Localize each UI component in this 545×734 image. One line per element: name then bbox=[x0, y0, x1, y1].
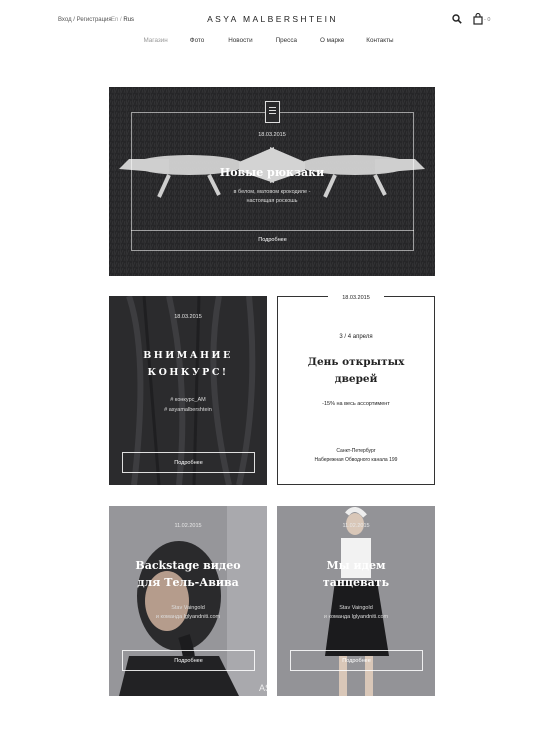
dance-date: 11.02.2015 bbox=[342, 523, 370, 529]
openday-title-2: дверей bbox=[334, 373, 378, 385]
contest-tag-1: # конкурс_AM bbox=[170, 397, 206, 403]
hero-subtitle-1: в белом, матовом крокодиле - bbox=[233, 189, 311, 195]
contest-tag-2: # asyamalbershtein bbox=[164, 407, 212, 413]
cart-icon[interactable] bbox=[472, 13, 484, 25]
nav-shop[interactable]: Магазин bbox=[143, 37, 167, 44]
contest-date: 18.03.2015 bbox=[174, 314, 202, 320]
nav-press[interactable]: Пресса bbox=[276, 37, 297, 44]
cart-count: - 0 bbox=[484, 17, 491, 23]
search-icon[interactable] bbox=[452, 14, 462, 24]
hero-more-button[interactable]: Подробнее bbox=[131, 230, 414, 250]
backstage-title-2: для Тель-Авива bbox=[137, 576, 239, 589]
openday-date: 18.03.2015 bbox=[328, 295, 384, 301]
dance-title-1: Мы идем bbox=[326, 559, 386, 572]
contest-title-1: ВНИМАНИЕ bbox=[143, 350, 233, 361]
backstage-line-1: Stav Vaingold bbox=[171, 605, 205, 611]
nav-photo[interactable]: Фото bbox=[190, 37, 204, 44]
nav-news[interactable]: Новости bbox=[228, 37, 252, 44]
openday-title-1: День открытых bbox=[307, 356, 405, 368]
dance-line-2: и команда lglyandniti.com bbox=[323, 614, 389, 620]
brand-logo[interactable]: ASYA MALBERSHTEIN bbox=[0, 14, 545, 24]
card-open-day[interactable]: 18.03.2015 3 / 4 апреля День открытых дв… bbox=[277, 295, 435, 485]
watermark-text: AS bbox=[259, 683, 267, 693]
backstage-line-2: и команда lglyandniti.com bbox=[155, 614, 221, 620]
hero-date: 18.03.2015 bbox=[258, 132, 286, 138]
card-dance[interactable]: 11.02.2015 Мы идем танцевать Stav Vaingo… bbox=[277, 506, 435, 696]
contest-title-2: КОНКУРС! bbox=[147, 367, 229, 378]
backstage-more-button[interactable]: Подробнее bbox=[122, 650, 255, 671]
openday-city: Санкт-Петербург bbox=[336, 448, 376, 454]
dance-more-button[interactable]: Подробнее bbox=[290, 650, 423, 671]
hero-title: Новые рюкзаки bbox=[219, 166, 325, 179]
openday-days: 3 / 4 апреля bbox=[339, 334, 373, 340]
openday-address: Набережная Обводного канала 199 bbox=[314, 457, 398, 463]
main-nav: Магазин Фото Новости Пресса О марке Конт… bbox=[0, 37, 545, 44]
card-contest[interactable]: 18.03.2015 ВНИМАНИЕ КОНКУРС! # конкурс_A… bbox=[109, 296, 267, 485]
hero-subtitle-2: настоящая роскошь bbox=[246, 198, 298, 204]
hero-card-backpacks[interactable]: 18.03.2015 Новые рюкзаки в белом, матово… bbox=[109, 87, 435, 276]
backstage-date: 11.02.2015 bbox=[174, 523, 202, 529]
nav-about[interactable]: О марке bbox=[320, 37, 344, 44]
nav-contacts[interactable]: Контакты bbox=[366, 37, 393, 44]
dance-line-1: Stav Vaingold bbox=[339, 605, 373, 611]
document-icon bbox=[265, 101, 280, 123]
backstage-title-1: Backstage видео bbox=[135, 559, 241, 572]
dance-title-2: танцевать bbox=[322, 576, 390, 589]
contest-more-button[interactable]: Подробнее bbox=[122, 452, 255, 473]
card-backstage[interactable]: 11.02.2015 Backstage видео для Тель-Авив… bbox=[109, 506, 267, 696]
openday-discount: -15% на весь ассортимент bbox=[322, 401, 390, 407]
